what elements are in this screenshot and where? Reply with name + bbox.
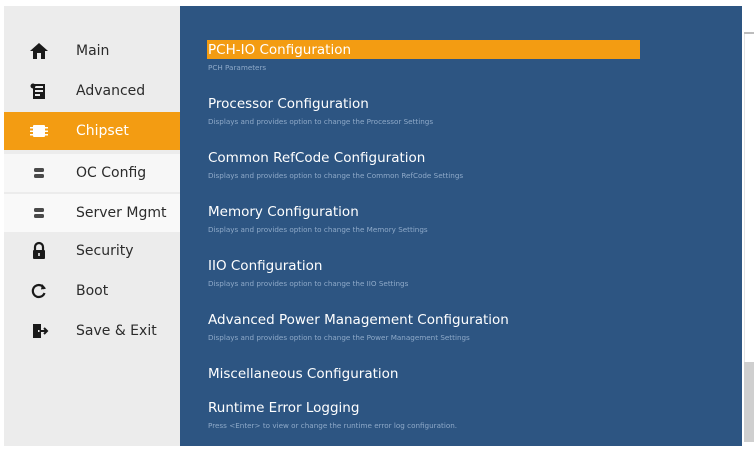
- sidebar-item-server-mgmt[interactable]: Server Mgmt: [4, 194, 180, 232]
- lock-icon: [28, 240, 50, 262]
- menu-entry-memory[interactable]: Memory Configuration Displays and provid…: [208, 202, 738, 235]
- sidebar-item-label: Boot: [76, 283, 109, 299]
- entry-description: Displays and provides option to change t…: [208, 279, 409, 288]
- sidebar-item-main[interactable]: Main: [4, 32, 180, 70]
- entry-title: Common RefCode Configuration: [208, 150, 426, 166]
- reload-icon: [28, 280, 50, 302]
- sidebar-item-label: Main: [76, 43, 110, 59]
- settings-panel: PCH-IO Configuration PCH Parameters Proc…: [180, 6, 742, 446]
- sidebar-item-boot[interactable]: Boot: [4, 272, 180, 310]
- sidebar-item-label: Security: [76, 243, 134, 259]
- exit-icon: [28, 320, 50, 342]
- menu-entry-power-management[interactable]: Advanced Power Management Configuration …: [208, 310, 738, 343]
- sidebar-item-label: Server Mgmt: [76, 205, 167, 221]
- sidebar-item-security[interactable]: Security: [4, 232, 180, 270]
- entry-title: Processor Configuration: [208, 96, 369, 112]
- bios-setup-screen: Main Advanced Chipset OC Config Server M: [0, 0, 754, 449]
- chip-icon: [28, 120, 50, 142]
- menu-entry-iio[interactable]: IIO Configuration Displays and provides …: [208, 256, 738, 289]
- entry-description: Displays and provides option to change t…: [208, 117, 434, 126]
- server-icon: [28, 202, 50, 224]
- sidebar: Main Advanced Chipset OC Config Server M: [4, 6, 180, 446]
- entry-title: Runtime Error Logging: [208, 400, 360, 416]
- sidebar-item-save-exit[interactable]: Save & Exit: [4, 312, 180, 350]
- menu-entry-runtime-error-logging[interactable]: Runtime Error Logging Press <Enter> to v…: [208, 398, 738, 431]
- entry-title: Memory Configuration: [208, 204, 359, 220]
- entry-description: Displays and provides option to change t…: [208, 225, 428, 234]
- sidebar-item-advanced[interactable]: Advanced: [4, 72, 180, 110]
- menu-entry-processor[interactable]: Processor Configuration Displays and pro…: [208, 94, 738, 127]
- menu-entry-pch-io[interactable]: PCH-IO Configuration PCH Parameters: [207, 40, 738, 73]
- menu-entry-miscellaneous[interactable]: Miscellaneous Configuration: [208, 364, 738, 383]
- home-icon: [28, 40, 50, 62]
- sidebar-item-chipset[interactable]: Chipset: [4, 112, 180, 150]
- entry-description: Displays and provides option to change t…: [208, 171, 464, 180]
- advanced-icon: [28, 80, 50, 102]
- entry-title: Advanced Power Management Configuration: [208, 312, 509, 328]
- entry-description: PCH Parameters: [208, 63, 267, 72]
- sidebar-item-label: Advanced: [76, 83, 146, 99]
- sidebar-item-label: Save & Exit: [76, 323, 157, 339]
- sidebar-item-label: OC Config: [76, 165, 147, 181]
- oc-config-icon: [28, 162, 50, 184]
- help-pane-divider: [744, 32, 754, 34]
- entry-description: Displays and provides option to change t…: [208, 333, 470, 342]
- menu-entry-common-refcode[interactable]: Common RefCode Configuration Displays an…: [208, 148, 738, 181]
- entry-title: Miscellaneous Configuration: [208, 366, 399, 382]
- entry-title: PCH-IO Configuration: [207, 40, 640, 59]
- sidebar-item-label: Chipset: [76, 123, 129, 139]
- scrollbar-thumb[interactable]: [744, 362, 754, 442]
- sidebar-item-oc-config[interactable]: OC Config: [4, 154, 180, 192]
- entry-title: IIO Configuration: [208, 258, 323, 274]
- entry-description: Press <Enter> to view or change the runt…: [208, 421, 458, 430]
